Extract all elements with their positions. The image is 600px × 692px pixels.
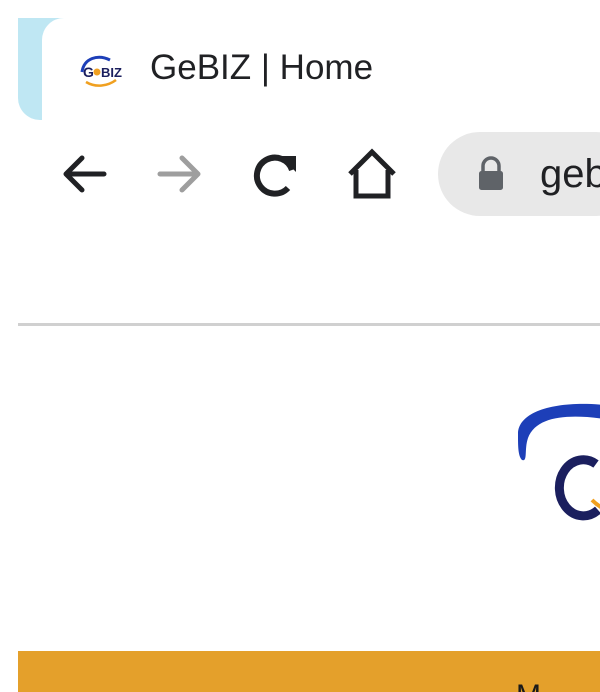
gebiz-favicon-icon: G BIZ <box>80 55 122 87</box>
reload-icon <box>253 154 296 197</box>
browser-chrome: G BIZ GeBIZ | Home geb <box>18 0 600 326</box>
page-content: M <box>18 326 600 692</box>
tab-title: GeBIZ | Home <box>150 48 374 87</box>
reload-button[interactable] <box>248 146 304 202</box>
gebiz-logo[interactable] <box>514 400 600 540</box>
svg-text:G: G <box>83 64 94 80</box>
browser-window: G BIZ GeBIZ | Home geb <box>0 0 600 692</box>
arrow-left-icon <box>63 155 107 193</box>
home-button[interactable] <box>344 146 400 202</box>
back-button[interactable] <box>56 146 112 202</box>
tab-gebiz-home[interactable]: G BIZ GeBIZ | Home <box>42 18 600 120</box>
lock-icon[interactable] <box>476 156 506 192</box>
forward-button[interactable] <box>152 146 208 202</box>
tab-strip: G BIZ GeBIZ | Home <box>18 0 600 120</box>
address-bar[interactable]: geb <box>438 132 600 216</box>
site-nav-bar: M <box>18 651 600 692</box>
home-icon <box>348 148 396 199</box>
svg-text:BIZ: BIZ <box>101 65 122 80</box>
url-text: geb <box>540 152 600 196</box>
nav-bar-item[interactable]: M <box>516 681 541 692</box>
arrow-right-icon <box>157 155 201 193</box>
browser-toolbar: geb <box>18 120 600 326</box>
